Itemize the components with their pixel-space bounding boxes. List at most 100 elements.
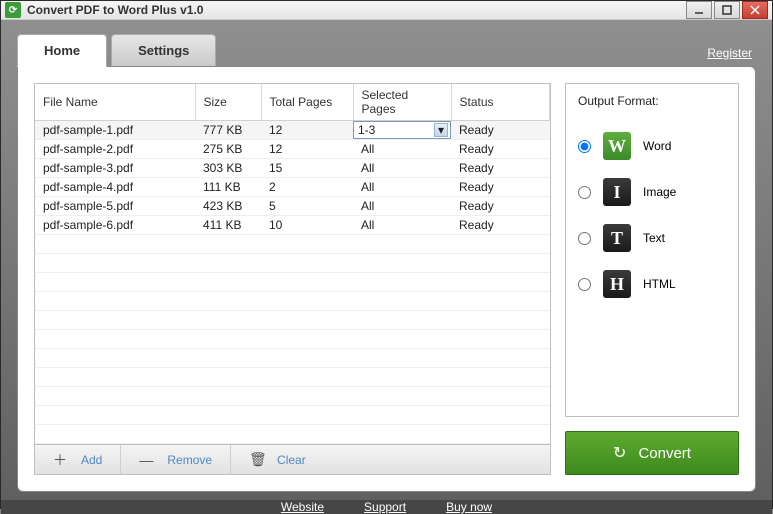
- website-link[interactable]: Website: [281, 500, 324, 514]
- image-label: Image: [643, 185, 676, 199]
- window-controls: [686, 1, 768, 19]
- buy-link[interactable]: Buy now: [446, 500, 492, 514]
- format-option-text[interactable]: T Text: [578, 224, 726, 252]
- cell-file-name: pdf-sample-4.pdf: [35, 178, 195, 197]
- table-row[interactable]: pdf-sample-3.pdf303 KB15AllReady: [35, 159, 550, 178]
- action-bar: ＋ Add — Remove 🗑 Clear: [35, 444, 550, 474]
- clear-label: Clear: [277, 453, 306, 467]
- radio-html[interactable]: [578, 278, 591, 291]
- cell-file-name: pdf-sample-2.pdf: [35, 140, 195, 159]
- right-column: Output Format: W Word I Image T: [565, 83, 739, 475]
- table-row-empty: [35, 292, 550, 311]
- app-icon: ⟳: [5, 2, 21, 18]
- remove-button[interactable]: — Remove: [121, 445, 231, 474]
- tab-home[interactable]: Home: [17, 34, 107, 67]
- cell-selected-pages[interactable]: 1-3 ▾: [353, 121, 451, 140]
- cell-selected-pages[interactable]: All: [353, 140, 451, 159]
- cell-file-name: pdf-sample-3.pdf: [35, 159, 195, 178]
- minus-icon: —: [139, 452, 153, 468]
- format-option-word[interactable]: W Word: [578, 132, 726, 160]
- cell-status: Ready: [451, 159, 550, 178]
- radio-image[interactable]: [578, 186, 591, 199]
- register-link[interactable]: Register: [707, 46, 756, 66]
- table-row[interactable]: pdf-sample-1.pdf777 KB121-3▾Ready: [35, 121, 550, 140]
- word-icon: W: [603, 132, 631, 160]
- output-format-title: Output Format:: [578, 94, 726, 108]
- cell-status: Ready: [451, 140, 550, 159]
- cell-size: 275 KB: [195, 140, 261, 159]
- html-icon: H: [603, 270, 631, 298]
- cell-status: Ready: [451, 197, 550, 216]
- cell-total-pages: 15: [261, 159, 353, 178]
- col-status[interactable]: Status: [451, 84, 550, 121]
- table-row-empty: [35, 311, 550, 330]
- image-icon: I: [603, 178, 631, 206]
- file-table: File Name Size Total Pages Selected Page…: [35, 84, 550, 444]
- cell-size: 411 KB: [195, 216, 261, 235]
- trash-icon: 🗑: [249, 451, 263, 468]
- col-size[interactable]: Size: [195, 84, 261, 121]
- file-table-wrap[interactable]: File Name Size Total Pages Selected Page…: [35, 84, 550, 444]
- close-button[interactable]: [742, 1, 768, 19]
- cell-size: 111 KB: [195, 178, 261, 197]
- col-total-pages[interactable]: Total Pages: [261, 84, 353, 121]
- main-panel: File Name Size Total Pages Selected Page…: [17, 66, 756, 492]
- cell-size: 423 KB: [195, 197, 261, 216]
- cell-size: 777 KB: [195, 121, 261, 140]
- maximize-button[interactable]: [714, 1, 740, 19]
- radio-text[interactable]: [578, 232, 591, 245]
- cell-status: Ready: [451, 178, 550, 197]
- table-row[interactable]: pdf-sample-4.pdf111 KB2AllReady: [35, 178, 550, 197]
- cell-total-pages: 2: [261, 178, 353, 197]
- combo-value: 1-3: [358, 123, 375, 137]
- cell-status: Ready: [451, 216, 550, 235]
- table-row[interactable]: pdf-sample-6.pdf411 KB10AllReady: [35, 216, 550, 235]
- convert-button[interactable]: ↻ Convert: [565, 431, 739, 475]
- table-header-row: File Name Size Total Pages Selected Page…: [35, 84, 550, 121]
- html-label: HTML: [643, 277, 676, 291]
- cell-total-pages: 5: [261, 197, 353, 216]
- table-row-empty: [35, 273, 550, 292]
- radio-word[interactable]: [578, 140, 591, 153]
- cell-file-name: pdf-sample-1.pdf: [35, 121, 195, 140]
- output-format-box: Output Format: W Word I Image T: [565, 83, 739, 417]
- cell-file-name: pdf-sample-6.pdf: [35, 216, 195, 235]
- cell-total-pages: 10: [261, 216, 353, 235]
- table-row-empty: [35, 235, 550, 254]
- cell-selected-pages[interactable]: All: [353, 178, 451, 197]
- top-row: Home Settings Register: [17, 34, 756, 66]
- table-row-empty: [35, 254, 550, 273]
- remove-label: Remove: [167, 453, 212, 467]
- chevron-down-icon[interactable]: ▾: [434, 123, 448, 137]
- content-area: Home Settings Register File Name Size To…: [1, 20, 772, 500]
- col-file-name[interactable]: File Name: [35, 84, 195, 121]
- table-row[interactable]: pdf-sample-2.pdf275 KB12AllReady: [35, 140, 550, 159]
- col-selected-pages[interactable]: Selected Pages: [353, 84, 451, 121]
- convert-icon: ↻: [613, 443, 626, 463]
- cell-total-pages: 12: [261, 121, 353, 140]
- clear-button[interactable]: 🗑 Clear: [231, 445, 324, 474]
- format-option-html[interactable]: H HTML: [578, 270, 726, 298]
- table-row-empty: [35, 425, 550, 444]
- support-link[interactable]: Support: [364, 500, 406, 514]
- cell-size: 303 KB: [195, 159, 261, 178]
- app-window: ⟳ Convert PDF to Word Plus v1.0 Home Set…: [0, 0, 773, 509]
- format-option-image[interactable]: I Image: [578, 178, 726, 206]
- cell-selected-pages[interactable]: All: [353, 197, 451, 216]
- tab-settings[interactable]: Settings: [111, 34, 216, 66]
- cell-selected-pages[interactable]: All: [353, 159, 451, 178]
- table-row-empty: [35, 368, 550, 387]
- text-label: Text: [643, 231, 665, 245]
- add-label: Add: [81, 453, 102, 467]
- selected-pages-combo[interactable]: 1-3 ▾: [353, 121, 451, 139]
- table-row-empty: [35, 406, 550, 425]
- table-row[interactable]: pdf-sample-5.pdf423 KB5AllReady: [35, 197, 550, 216]
- window-title: Convert PDF to Word Plus v1.0: [27, 3, 686, 17]
- minimize-button[interactable]: [686, 1, 712, 19]
- file-list-section: File Name Size Total Pages Selected Page…: [34, 83, 551, 475]
- cell-file-name: pdf-sample-5.pdf: [35, 197, 195, 216]
- cell-selected-pages[interactable]: All: [353, 216, 451, 235]
- add-button[interactable]: ＋ Add: [35, 445, 121, 474]
- table-row-empty: [35, 387, 550, 406]
- table-row-empty: [35, 349, 550, 368]
